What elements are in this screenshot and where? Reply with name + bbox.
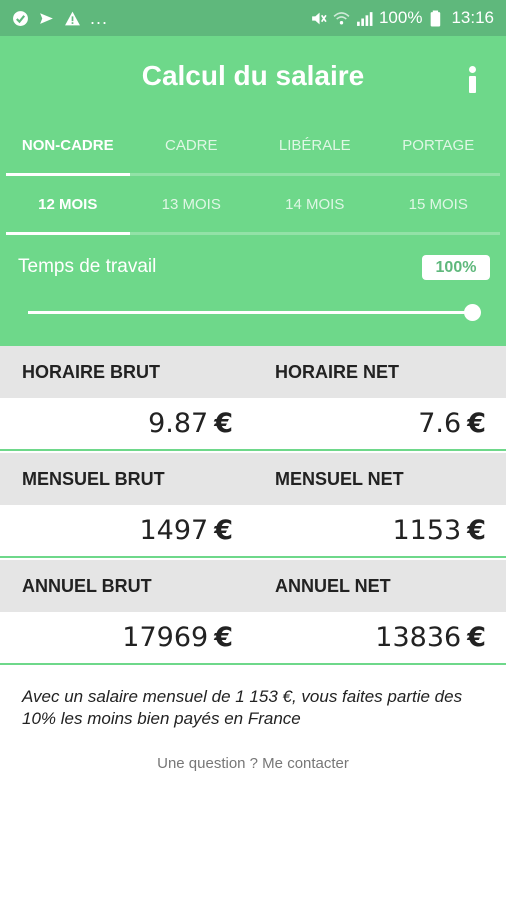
annual-section: ANNUEL BRUT ANNUEL NET 17969 € 13836 € — [0, 560, 506, 665]
contact-link[interactable]: Une question ? Me contacter — [0, 755, 506, 772]
monthly-section: MENSUEL BRUT MENSUEL NET 1497 € 1153 € — [0, 453, 506, 558]
annual-net-label: ANNUEL NET — [275, 575, 391, 596]
currency-symbol: € — [467, 408, 486, 439]
tab-cadre[interactable]: CADRE — [129, 118, 253, 176]
tab-portage[interactable]: PORTAGE — [376, 118, 500, 176]
hourly-brut-label: HORAIRE BRUT — [22, 361, 160, 382]
monthly-values: 1497 € 1153 € — [0, 505, 506, 558]
annual-header: ANNUEL BRUT ANNUEL NET — [0, 560, 506, 612]
slider-thumb[interactable] — [464, 304, 481, 321]
slider-fill — [28, 311, 472, 314]
tab-12-mois[interactable]: 12 MOIS — [6, 177, 130, 235]
page-title: Calcul du salaire — [141, 60, 365, 91]
annual-brut-value: 17969 € — [122, 622, 233, 653]
signal-icon — [357, 11, 373, 26]
annual-values: 17969 € 13836 € — [0, 612, 506, 665]
hourly-section: HORAIRE BRUT HORAIRE NET 9.87 € 7.6 € — [0, 346, 506, 451]
hourly-header: HORAIRE BRUT HORAIRE NET — [0, 346, 506, 398]
info-bar — [469, 76, 476, 93]
monthly-brut-value: 1497 € — [139, 515, 233, 546]
monthly-brut-label: MENSUEL BRUT — [22, 468, 165, 489]
annual-brut-label: ANNUEL BRUT — [22, 575, 152, 596]
tab-15-mois[interactable]: 15 MOIS — [376, 177, 500, 235]
currency-symbol: € — [214, 408, 233, 439]
header: Calcul du salaire NON-CADRE CADRE LIBÉRA… — [0, 36, 506, 346]
status-bar: ... 100% 13:16 — [0, 0, 506, 36]
paper-plane-icon — [40, 12, 53, 24]
monthly-net-label: MENSUEL NET — [275, 468, 404, 489]
tab-13-mois[interactable]: 13 MOIS — [129, 177, 253, 235]
info-dot — [469, 66, 476, 73]
work-time-slider[interactable] — [28, 304, 481, 321]
status-left: ... — [12, 8, 108, 29]
battery-icon — [431, 10, 441, 26]
hourly-net-value: 7.6 € — [418, 408, 486, 439]
warning-icon — [65, 11, 80, 25]
hourly-values: 9.87 € 7.6 € — [0, 398, 506, 451]
info-icon[interactable] — [466, 66, 480, 96]
currency-symbol: € — [214, 515, 233, 546]
months-tabs: 12 MOIS 13 MOIS 14 MOIS 15 MOIS — [6, 177, 500, 235]
hourly-net-label: HORAIRE NET — [275, 361, 400, 382]
annual-net-value: 13836 € — [375, 622, 486, 653]
status-right: 100% 13:16 — [310, 8, 494, 28]
hourly-brut-value: 9.87 € — [148, 408, 233, 439]
work-time-value-badge: 100% — [422, 255, 490, 280]
wifi-icon — [333, 11, 350, 24]
battery-percent: 100% — [378, 8, 423, 27]
tab-liberale[interactable]: LIBÉRALE — [253, 118, 377, 176]
status-time: 13:16 — [451, 8, 494, 27]
salary-summary: Avec un salaire mensuel de 1 153 €, vous… — [22, 687, 463, 728]
work-time-label: Temps de travail — [18, 256, 157, 277]
checkbox-circle-icon — [13, 10, 28, 26]
currency-symbol: € — [214, 622, 233, 653]
currency-symbol: € — [467, 515, 486, 546]
tab-14-mois[interactable]: 14 MOIS — [253, 177, 377, 235]
status-dots: ... — [90, 7, 109, 28]
currency-symbol: € — [467, 622, 486, 653]
category-tabs: NON-CADRE CADRE LIBÉRALE PORTAGE — [6, 118, 500, 176]
monthly-net-value: 1153 € — [392, 515, 486, 546]
mute-icon — [312, 12, 327, 24]
monthly-header: MENSUEL BRUT MENSUEL NET — [0, 453, 506, 505]
tab-non-cadre[interactable]: NON-CADRE — [6, 118, 130, 176]
